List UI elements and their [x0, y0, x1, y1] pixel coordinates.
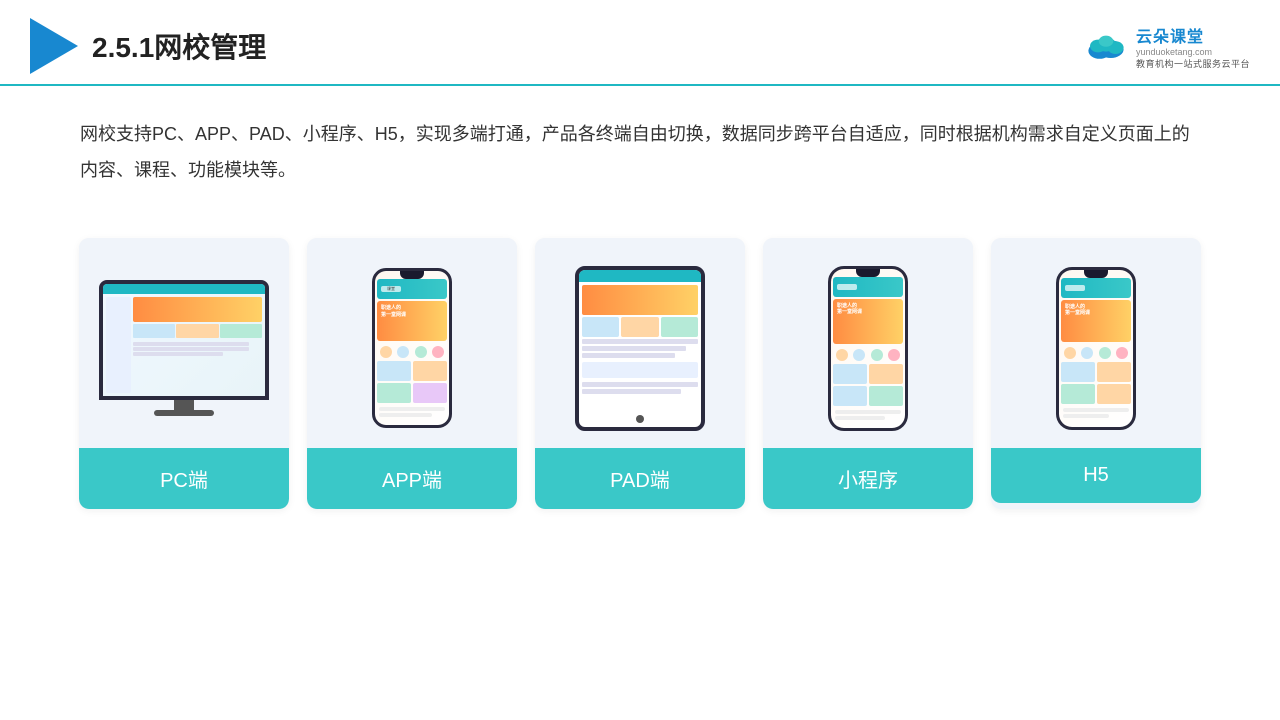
logo-domain: yunduoketang.com	[1136, 47, 1212, 57]
logo-main-text: 云朵课堂	[1136, 23, 1204, 47]
card-miniprogram: 职途人的第一堂网课	[763, 238, 973, 509]
logo-sub-text: 教育机构一站式服务云平台	[1136, 57, 1250, 70]
card-miniprogram-image: 职途人的第一堂网课	[763, 238, 973, 448]
cards-container: PC端 课堂 职途人的第一堂网课	[0, 208, 1280, 539]
logo-text: 云朵课堂 yunduoketang.com 教育机构一站式服务云平台	[1136, 23, 1250, 70]
cloud-icon	[1082, 28, 1130, 64]
h5-phone-icon: 职途人的第一堂网课	[1056, 267, 1136, 430]
logo-triangle-icon	[30, 18, 78, 74]
card-pad-image	[535, 238, 745, 448]
card-app-label: APP端	[307, 448, 517, 509]
card-pc: PC端	[79, 238, 289, 509]
description-text: 网校支持PC、APP、PAD、小程序、H5，实现多端打通，产品各终端自由切换，数…	[0, 86, 1280, 198]
card-pad-label: PAD端	[535, 448, 745, 509]
card-pc-label: PC端	[79, 448, 289, 509]
card-h5-label: H5	[991, 448, 1201, 503]
card-h5-image: 职途人的第一堂网课	[991, 238, 1201, 448]
pc-monitor-icon	[99, 280, 269, 416]
card-h5: 职途人的第一堂网课	[991, 238, 1201, 509]
card-pad: PAD端	[535, 238, 745, 509]
app-phone-icon: 课堂 职途人的第一堂网课	[372, 268, 452, 428]
card-pc-image	[79, 238, 289, 448]
miniprogram-phone-icon: 职途人的第一堂网课	[828, 266, 908, 431]
page-title: 2.5.1网校管理	[92, 26, 266, 66]
header: 2.5.1网校管理 云朵课堂 yunduoketang.com 教育机构一站式服…	[0, 0, 1280, 86]
pad-tablet-icon	[575, 266, 705, 431]
card-app-image: 课堂 职途人的第一堂网课	[307, 238, 517, 448]
header-left: 2.5.1网校管理	[30, 18, 266, 74]
card-miniprogram-label: 小程序	[763, 448, 973, 509]
card-app: 课堂 职途人的第一堂网课	[307, 238, 517, 509]
brand-logo: 云朵课堂 yunduoketang.com 教育机构一站式服务云平台	[1082, 23, 1250, 70]
header-right: 云朵课堂 yunduoketang.com 教育机构一站式服务云平台	[1082, 23, 1250, 70]
